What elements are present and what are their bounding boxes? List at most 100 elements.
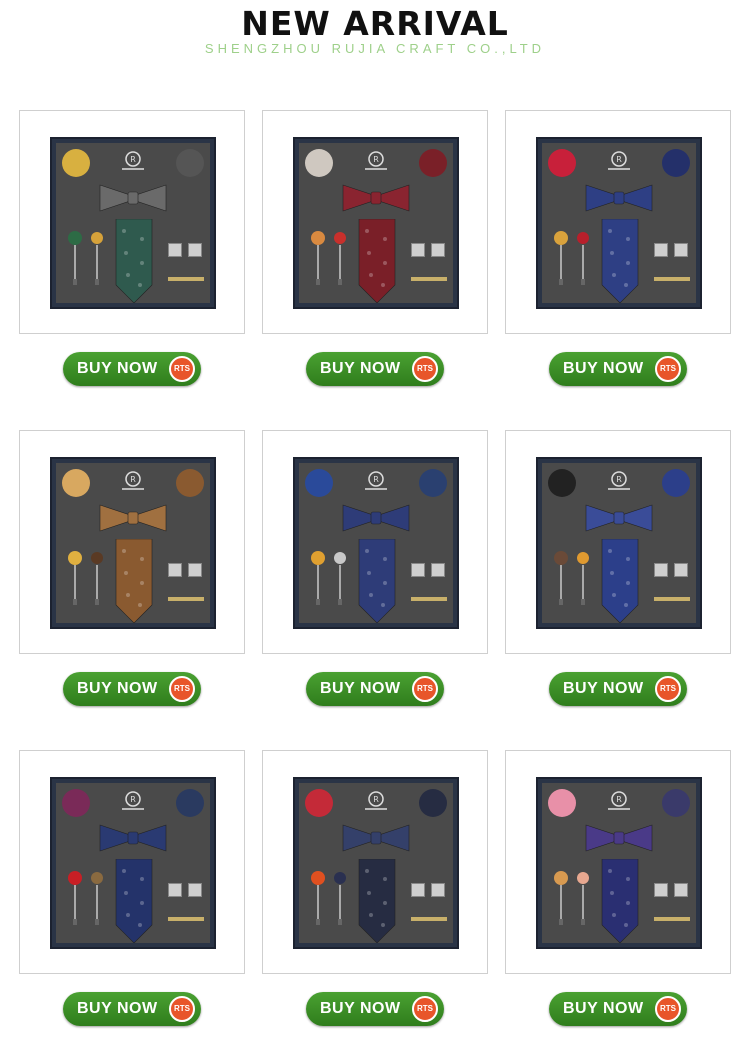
pocket-square-left: [548, 789, 576, 817]
cufflink-left: [654, 883, 668, 897]
rts-badge: RTS: [655, 356, 681, 382]
pocket-square-right: [176, 469, 204, 497]
cufflink-right: [188, 883, 202, 897]
rts-badge: RTS: [169, 676, 195, 702]
necktie: [601, 539, 639, 623]
pocket-square-left: [305, 149, 333, 177]
pocket-square-right: [419, 149, 447, 177]
gift-box-interior: R: [56, 783, 210, 943]
tie-clip: [411, 277, 447, 281]
cufflink-right: [674, 883, 688, 897]
svg-text:R: R: [616, 475, 622, 484]
brand-logo: R: [608, 151, 630, 170]
cufflink-right: [431, 243, 445, 257]
bowtie: [585, 504, 653, 532]
cufflink-right: [431, 883, 445, 897]
buy-now-label: BUY NOW: [320, 680, 401, 697]
necktie: [115, 539, 153, 623]
page-title: NEW ARRIVAL: [241, 4, 509, 43]
product-image-8[interactable]: R: [262, 750, 488, 974]
pocket-square-left: [305, 469, 333, 497]
buy-now-button-8[interactable]: BUY NOW RTS: [306, 992, 444, 1026]
lapel-pin-left: [554, 551, 568, 605]
product-image-4[interactable]: R: [19, 430, 245, 654]
cufflink-right: [431, 563, 445, 577]
cufflink-left: [168, 243, 182, 257]
pocket-square-left: [548, 469, 576, 497]
gift-box-interior: R: [299, 463, 453, 623]
product-image-5[interactable]: R: [262, 430, 488, 654]
gift-box-interior: R: [56, 463, 210, 623]
buy-now-button-1[interactable]: BUY NOW RTS: [63, 352, 201, 386]
lapel-pin-right: [91, 552, 103, 605]
product-image-9[interactable]: R: [505, 750, 731, 974]
rts-badge: RTS: [655, 676, 681, 702]
brand-logo: R: [122, 791, 144, 810]
product-image-7[interactable]: R: [19, 750, 245, 974]
rts-badge: RTS: [169, 996, 195, 1022]
pocket-square-left: [62, 469, 90, 497]
tie-clip: [168, 277, 204, 281]
svg-text:R: R: [616, 155, 622, 164]
tie-clip: [654, 597, 690, 601]
cufflink-right: [188, 243, 202, 257]
product-image-3[interactable]: R: [505, 110, 731, 334]
gift-box-interior: R: [542, 463, 696, 623]
bowtie: [99, 824, 167, 852]
gift-box-interior: R: [299, 783, 453, 943]
buy-now-button-9[interactable]: BUY NOW RTS: [549, 992, 687, 1026]
gift-box-interior: R: [542, 783, 696, 943]
product-image-1[interactable]: R: [19, 110, 245, 334]
cufflink-left: [168, 883, 182, 897]
buy-now-button-3[interactable]: BUY NOW RTS: [549, 352, 687, 386]
brand-logo: R: [365, 791, 387, 810]
gift-box: R: [50, 777, 216, 949]
buy-now-label: BUY NOW: [563, 1000, 644, 1017]
bowtie: [585, 184, 653, 212]
buy-now-label: BUY NOW: [77, 1000, 158, 1017]
tie-clip: [411, 597, 447, 601]
lapel-pin-right: [91, 872, 103, 925]
svg-text:R: R: [373, 475, 379, 484]
buy-now-button-4[interactable]: BUY NOW RTS: [63, 672, 201, 706]
rts-badge: RTS: [169, 356, 195, 382]
buy-now-label: BUY NOW: [77, 360, 158, 377]
gift-box-interior: R: [56, 143, 210, 303]
necktie: [115, 859, 153, 943]
lapel-pin-right: [334, 872, 346, 925]
buy-now-button-7[interactable]: BUY NOW RTS: [63, 992, 201, 1026]
buy-now-button-6[interactable]: BUY NOW RTS: [549, 672, 687, 706]
buy-now-button-5[interactable]: BUY NOW RTS: [306, 672, 444, 706]
lapel-pin-right: [577, 552, 589, 605]
lapel-pin-left: [554, 871, 568, 925]
product-image-2[interactable]: R: [262, 110, 488, 334]
brand-logo: R: [365, 471, 387, 490]
buy-now-button-2[interactable]: BUY NOW RTS: [306, 352, 444, 386]
lapel-pin-right: [577, 872, 589, 925]
brand-logo: R: [608, 471, 630, 490]
lapel-pin-right: [334, 552, 346, 605]
lapel-pin-left: [311, 231, 325, 285]
svg-text:R: R: [373, 155, 379, 164]
necktie: [601, 859, 639, 943]
necktie: [358, 539, 396, 623]
tie-clip: [168, 917, 204, 921]
gift-box: R: [293, 457, 459, 629]
lapel-pin-left: [68, 551, 82, 605]
rts-badge: RTS: [655, 996, 681, 1022]
svg-text:R: R: [373, 795, 379, 804]
pocket-square-right: [176, 149, 204, 177]
gift-box-interior: R: [542, 143, 696, 303]
pocket-square-right: [176, 789, 204, 817]
cufflink-left: [411, 563, 425, 577]
rts-badge: RTS: [412, 356, 438, 382]
rts-badge: RTS: [412, 996, 438, 1022]
gift-box-interior: R: [299, 143, 453, 303]
cufflink-left: [654, 563, 668, 577]
cufflink-left: [654, 243, 668, 257]
cufflink-right: [674, 563, 688, 577]
lapel-pin-left: [554, 231, 568, 285]
svg-text:R: R: [130, 795, 136, 804]
product-image-6[interactable]: R: [505, 430, 731, 654]
necktie: [358, 219, 396, 303]
